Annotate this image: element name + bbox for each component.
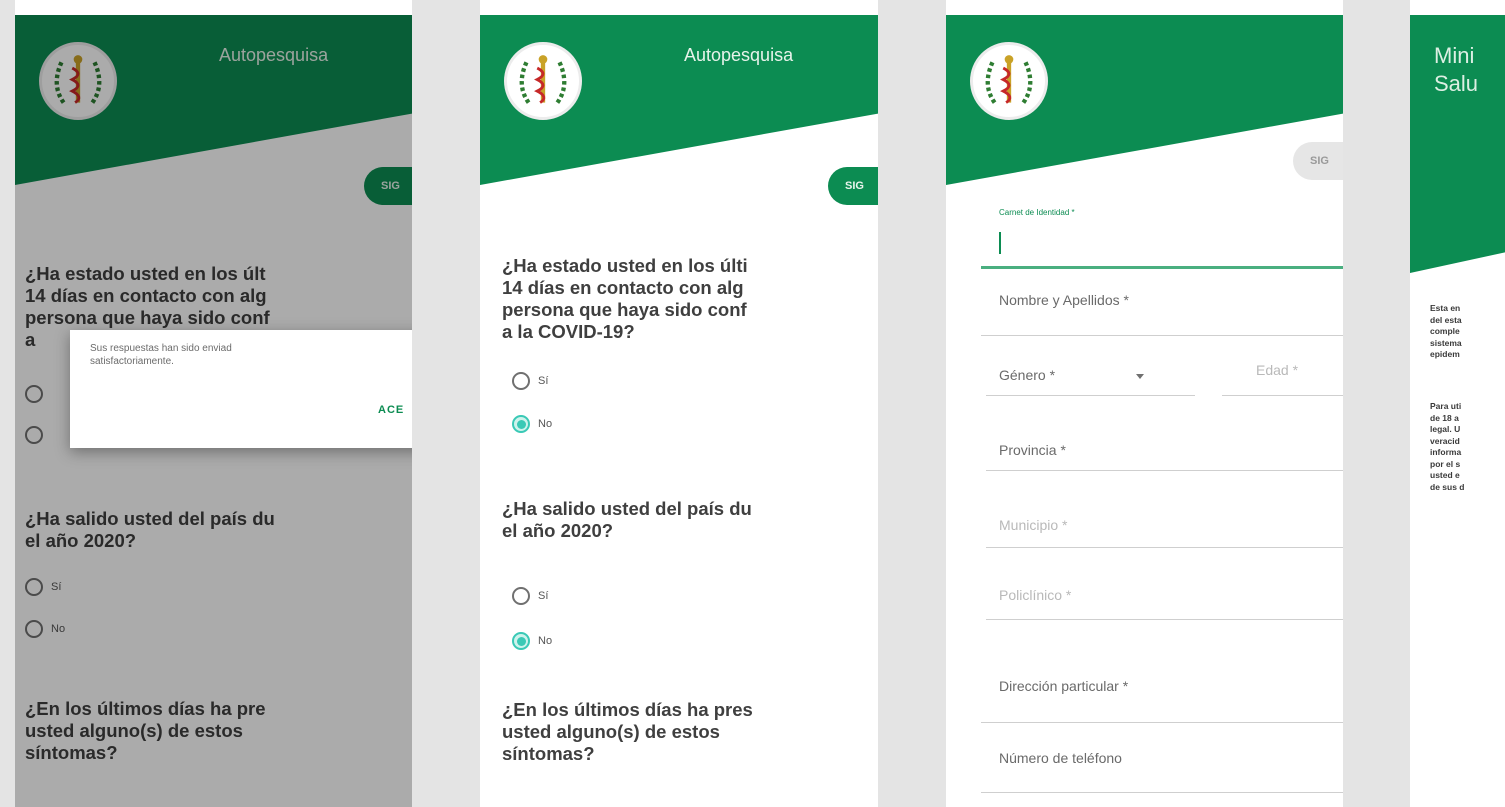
- screen-ministry-info: Mini Salu Esta en del esta comple sistema epi…: [1410, 15, 1505, 807]
- screen-gap: [412, 0, 480, 807]
- intro-paragraph: Esta en del esta comple sistema epidem: [1430, 303, 1462, 359]
- dialog-message: Sus respuestas han sido enviad satisfact…: [90, 343, 232, 367]
- edad-field[interactable]: Edad *: [1222, 355, 1343, 396]
- app-title: Autopesquisa: [684, 45, 794, 65]
- ministry-logo-icon: [504, 42, 582, 120]
- municipio-select[interactable]: Municipio *: [986, 507, 1343, 548]
- dropdown-arrow-icon: [1136, 374, 1144, 379]
- radio-option-si[interactable]: Sí: [512, 585, 548, 607]
- accept-button[interactable]: ACE: [378, 404, 404, 416]
- ministry-logo-icon: [970, 42, 1048, 120]
- screen-questionnaire-dialog: Autopesquisa SIG ¿Ha estado usted en los…: [15, 15, 412, 807]
- radio-circle-selected[interactable]: [512, 415, 530, 433]
- question-symptoms: ¿En los últimos días ha pres usted alguno…: [502, 699, 753, 764]
- provincia-select[interactable]: Provincia *: [986, 430, 1343, 471]
- direccion-field[interactable]: Dirección particular *: [981, 670, 1343, 723]
- radio-option-no[interactable]: No: [512, 630, 552, 652]
- next-button[interactable]: SIG: [828, 167, 878, 205]
- terms-paragraph: Para uti de 18 a legal. Uveracid informa por…: [1430, 401, 1465, 492]
- screen-gap: [878, 0, 946, 807]
- text-cursor: [999, 232, 1001, 254]
- success-dialog: Sus respuestas han sido enviad satisfact…: [70, 330, 412, 448]
- nombre-field[interactable]: Nombre y Apellidos *: [981, 285, 1343, 336]
- genero-select[interactable]: Género *: [986, 355, 1195, 396]
- carnet-field-label: Carnet de Identidad *: [999, 208, 1075, 217]
- screen-personal-data-form: SIG Carnet de Identidad * Nombre y Apell…: [946, 15, 1343, 807]
- ministry-title: Mini Salu: [1434, 43, 1479, 96]
- radio-circle[interactable]: [512, 587, 530, 605]
- question-travel: ¿Ha salido usted del país du el año 2020?: [502, 498, 752, 541]
- screen-questionnaire: Autopesquisa SIG ¿Ha estado usted en los…: [480, 15, 878, 807]
- next-button-disabled[interactable]: SIG: [1293, 142, 1343, 180]
- telefono-field[interactable]: Número de teléfono: [981, 740, 1343, 793]
- radio-circle[interactable]: [512, 372, 530, 390]
- radio-option-no[interactable]: No: [512, 413, 552, 435]
- radio-option-si[interactable]: Sí: [512, 370, 548, 392]
- screen-gap: [1343, 0, 1410, 807]
- radio-circle-selected[interactable]: [512, 632, 530, 650]
- question-contact: ¿Ha estado usted en los últi 14 días en c…: [502, 255, 748, 342]
- screen-gap: [0, 0, 15, 807]
- policlinico-select[interactable]: Policlínico *: [986, 575, 1343, 620]
- carnet-input[interactable]: [981, 266, 1343, 269]
